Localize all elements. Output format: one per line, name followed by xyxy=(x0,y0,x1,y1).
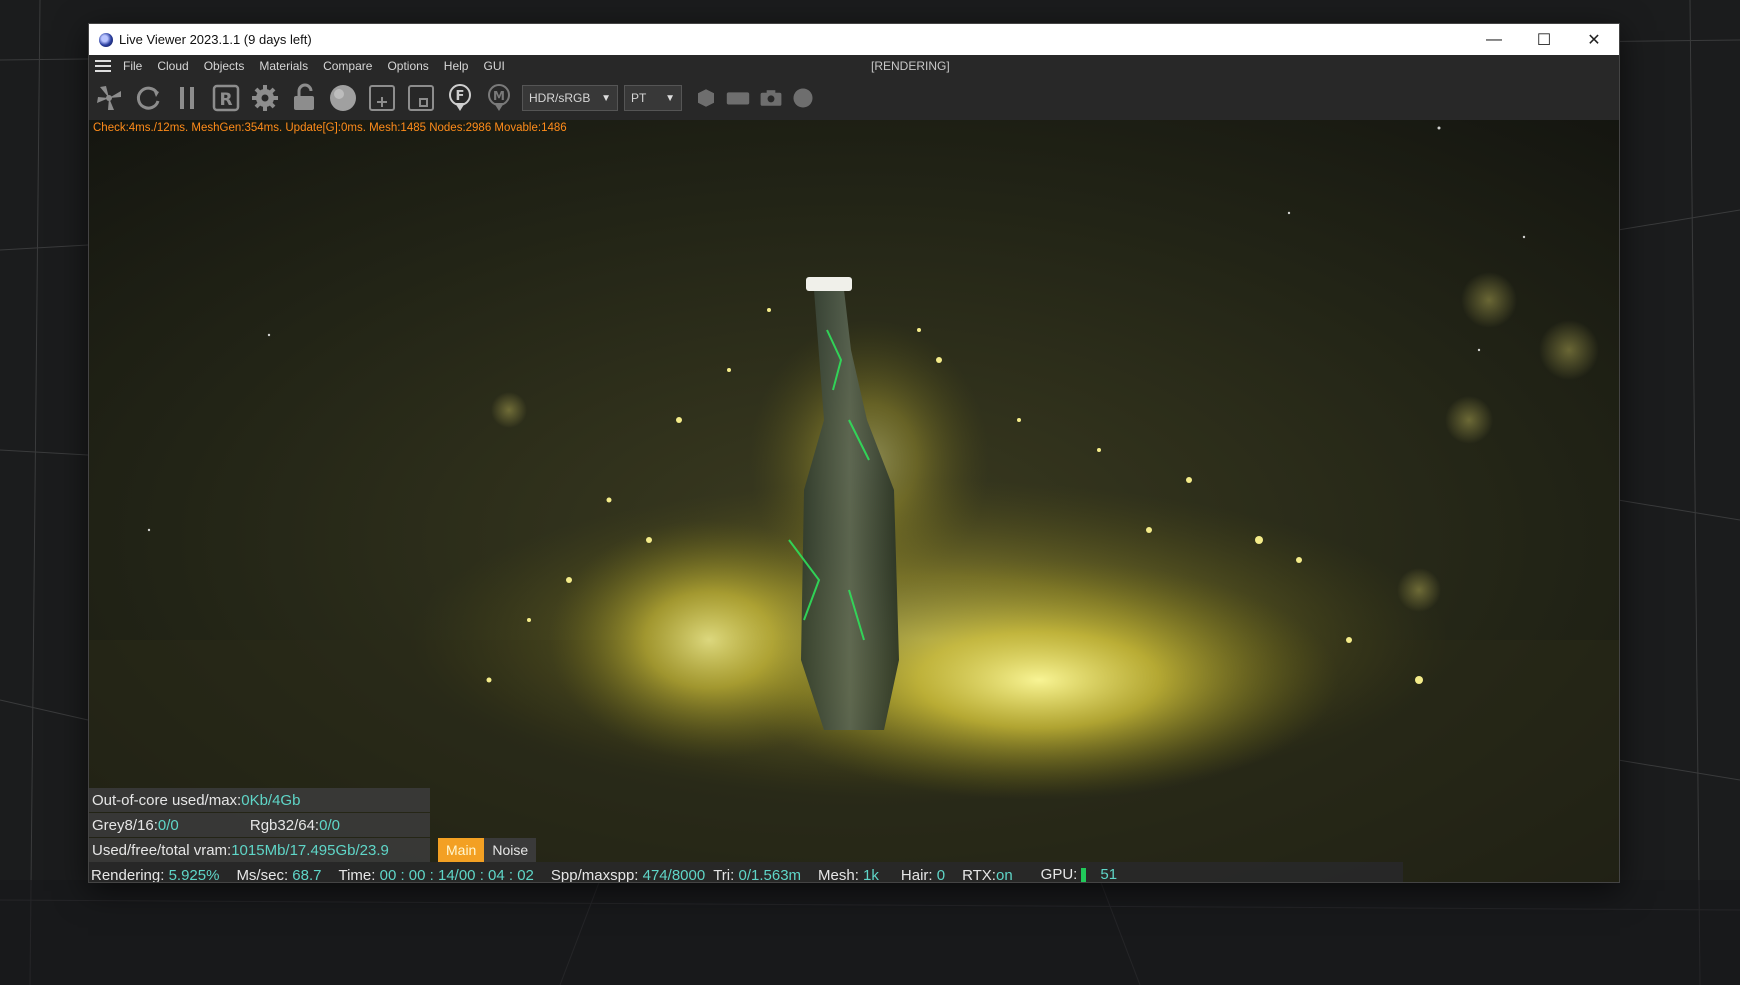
camera-icon[interactable] xyxy=(758,82,784,114)
hair-status: Hair: 0 xyxy=(901,867,945,883)
kernel-value: PT xyxy=(631,91,647,105)
svg-text:F: F xyxy=(456,89,465,104)
tri-value: 0/1.563m xyxy=(738,866,802,883)
tri-label: Tri: xyxy=(713,866,739,883)
mesh-value: 1k xyxy=(863,866,879,883)
grey-value: 0/0 xyxy=(157,816,179,834)
chevron-down-icon: ▼ xyxy=(665,92,675,104)
render-status-bar: Rendering: 5.925% Ms/sec: 68.7 Time: 00 … xyxy=(89,862,1403,882)
render-viewport[interactable]: Check:4ms./12ms. MeshGen:354ms. Update[G… xyxy=(89,120,1619,882)
rtx-status: RTX:on xyxy=(962,867,1013,883)
gpu-label: GPU: xyxy=(1040,866,1078,882)
circle-icon[interactable] xyxy=(790,82,816,114)
settings-fan-icon[interactable] xyxy=(93,82,125,114)
vram-info: Used/free/total vram: 1015Mb/17.495Gb/23… xyxy=(89,838,430,862)
rendering-value: 5.925% xyxy=(168,866,220,883)
rgb-value: 0/0 xyxy=(319,816,340,834)
mssec-label: Ms/sec: xyxy=(236,866,293,883)
region-icon[interactable] xyxy=(405,82,437,114)
ms-per-sec-status: Ms/sec: 68.7 xyxy=(236,867,321,883)
engine-stats: Check:4ms./12ms. MeshGen:354ms. Update[G… xyxy=(93,122,567,134)
menu-options[interactable]: Options xyxy=(387,59,428,73)
kernel-select[interactable]: PT ▼ xyxy=(624,85,682,111)
menu-help[interactable]: Help xyxy=(444,59,469,73)
render-state-label: [RENDERING] xyxy=(871,59,950,73)
color-space-select[interactable]: HDR/sRGB ▼ xyxy=(522,85,618,111)
time-value: 00 : 00 : 14/00 : 04 : 02 xyxy=(379,866,534,883)
out-of-core-label: Out-of-core used/max: xyxy=(92,791,242,809)
window-title: Live Viewer 2023.1.1 (9 days left) xyxy=(119,32,312,47)
menu-gui[interactable]: GUI xyxy=(483,59,504,73)
svg-text:R: R xyxy=(219,90,232,110)
mssec-value: 68.7 xyxy=(292,866,322,883)
unlock-icon[interactable] xyxy=(288,82,320,114)
tri-status: Tri: 0/1.563m xyxy=(713,867,801,883)
out-of-core-value: 0Kb/4Gb xyxy=(241,791,301,809)
r-box-icon[interactable]: R xyxy=(210,82,242,114)
sphere-icon[interactable] xyxy=(327,82,359,114)
tab-main[interactable]: Main xyxy=(438,838,485,862)
mesh-status: Mesh: 1k xyxy=(818,867,879,883)
material-pin-icon[interactable]: M xyxy=(483,82,515,114)
gpu-usage-bar xyxy=(1081,867,1087,882)
texture-info: Grey8/16: 0/0 Rgb32/64: 0/0 xyxy=(89,813,430,837)
focus-pin-icon[interactable]: F xyxy=(444,82,476,114)
svg-text:M: M xyxy=(493,89,505,103)
add-region-icon[interactable] xyxy=(366,82,398,114)
color-space-value: HDR/sRGB xyxy=(529,91,591,105)
out-of-core-info: Out-of-core used/max: 0Kb/4Gb xyxy=(89,788,430,812)
hair-value: 0 xyxy=(936,866,946,883)
menu-bar: File Cloud Objects Materials Compare Opt… xyxy=(89,55,1619,76)
rtx-label: RTX: xyxy=(962,866,996,883)
gpu-status: GPU: 51 xyxy=(1041,866,1117,882)
app-logo-icon xyxy=(99,32,113,47)
time-status: Time: 00 : 00 : 14/00 : 04 : 02 xyxy=(338,867,533,883)
rtx-value: on xyxy=(995,866,1013,883)
rendering-label: Rendering: xyxy=(91,866,169,883)
pause-icon[interactable] xyxy=(171,82,203,114)
rendering-status: Rendering: 5.925% xyxy=(91,867,219,883)
aov-tabs: Main Noise xyxy=(438,838,537,862)
hexagon-icon[interactable] xyxy=(694,82,718,114)
grey-label: Grey8/16: xyxy=(92,816,158,834)
time-label: Time: xyxy=(338,866,380,883)
minimize-button[interactable]: — xyxy=(1469,24,1519,55)
menu-materials[interactable]: Materials xyxy=(259,59,308,73)
menu-compare[interactable]: Compare xyxy=(323,59,372,73)
close-button[interactable]: ✕ xyxy=(1569,24,1619,55)
refresh-icon[interactable] xyxy=(132,82,164,114)
toolbar: R F M HDR/sRGB ▼ PT ▼ xyxy=(89,76,1619,120)
vram-label: Used/free/total vram: xyxy=(92,841,232,859)
spp-value: 474/8000 xyxy=(642,866,706,883)
vram-value: 1015Mb/17.495Gb/23.9 xyxy=(231,841,389,859)
gpu-value: 51 xyxy=(1100,866,1118,882)
hair-label: Hair: xyxy=(900,866,937,883)
menu-file[interactable]: File xyxy=(123,59,142,73)
menu-cloud[interactable]: Cloud xyxy=(157,59,188,73)
spp-label: Spp/maxspp: xyxy=(550,866,643,883)
mesh-label: Mesh: xyxy=(818,866,864,883)
live-viewer-window: Live Viewer 2023.1.1 (9 days left) — ☐ ✕… xyxy=(88,23,1620,883)
menu-objects[interactable]: Objects xyxy=(204,59,245,73)
hamburger-menu-icon[interactable] xyxy=(95,57,111,75)
rgb-label: Rgb32/64: xyxy=(249,816,320,834)
render-image xyxy=(89,120,1619,882)
gear-icon[interactable] xyxy=(249,82,281,114)
rectangle-icon[interactable] xyxy=(724,82,752,114)
tab-noise[interactable]: Noise xyxy=(484,838,537,862)
title-bar: Live Viewer 2023.1.1 (9 days left) — ☐ ✕ xyxy=(89,24,1619,55)
spp-status: Spp/maxspp: 474/8000 xyxy=(551,867,705,883)
chevron-down-icon: ▼ xyxy=(601,92,611,104)
maximize-button[interactable]: ☐ xyxy=(1519,24,1569,55)
